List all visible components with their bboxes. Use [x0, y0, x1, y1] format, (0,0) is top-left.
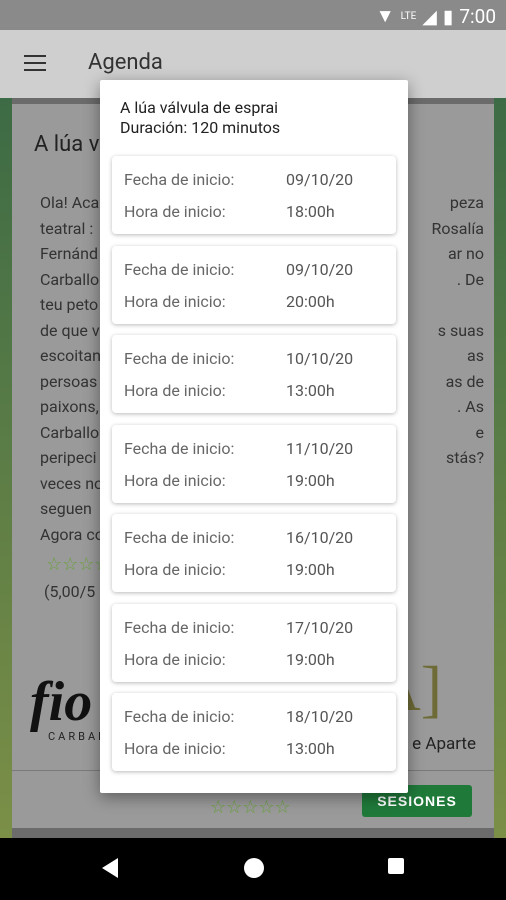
- session-card[interactable]: Fecha de inicio: 16/10/20 Hora de inicio…: [112, 514, 396, 592]
- session-card[interactable]: Fecha de inicio: 09/10/20 Hora de inicio…: [112, 156, 396, 234]
- session-time: 19:00h: [286, 649, 335, 669]
- menu-icon[interactable]: [24, 55, 46, 71]
- lte-indicator: LTE: [400, 10, 417, 22]
- session-time: 19:00h: [286, 470, 335, 490]
- date-label: Fecha de inicio:: [124, 349, 235, 368]
- rating-value: (5,00/5: [44, 582, 96, 601]
- battery-icon: ▮: [442, 4, 454, 28]
- recent-apps-icon[interactable]: [388, 858, 404, 874]
- session-card[interactable]: Fecha de inicio: 17/10/20 Hora de inicio…: [112, 603, 396, 682]
- session-card[interactable]: Fecha de inicio: 10/10/20 Hora de inicio…: [112, 335, 396, 413]
- sessions-dialog: A lúa válvula de esprai Duración: 120 mi…: [100, 80, 408, 793]
- dialog-duration: Duración: 120 minutos: [120, 118, 281, 137]
- festival-logo-subtitle: CARBAL: [48, 730, 108, 743]
- session-card[interactable]: Fecha de inicio: 11/10/20 Hora de inicio…: [112, 424, 396, 503]
- time-label: Hora de inicio:: [124, 739, 226, 758]
- date-label: Fecha de inicio:: [124, 170, 235, 189]
- user-rating-stars[interactable]: ☆☆☆☆☆: [210, 797, 291, 818]
- dialog-title: A lúa válvula de esprai Duración: 120 mi…: [120, 98, 280, 138]
- session-list: Fecha de inicio: 09/10/20 Hora de inicio…: [112, 156, 396, 783]
- time-label: Hora de inicio:: [124, 291, 226, 311]
- session-time: 18:00h: [286, 202, 335, 221]
- festival-logo: fio: [30, 671, 93, 733]
- session-date: 11/10/20: [286, 438, 354, 458]
- session-time: 13:00h: [286, 739, 335, 758]
- clock: 7:00: [459, 4, 496, 28]
- session-card[interactable]: Fecha de inicio: 18/10/20 Hora de inicio…: [112, 693, 396, 771]
- session-date: 09/10/20: [286, 170, 354, 189]
- session-date: 16/10/20: [286, 528, 354, 547]
- navigation-bar: [0, 838, 506, 900]
- time-label: Hora de inicio:: [124, 560, 226, 579]
- status-icons: ▼ LTE ◢ ▮ 7:00: [376, 4, 496, 28]
- session-date: 09/10/20: [286, 259, 354, 279]
- background-image-left: [0, 98, 12, 838]
- date-label: Fecha de inicio:: [124, 528, 235, 547]
- date-label: Fecha de inicio:: [124, 707, 235, 726]
- dialog-event-name: A lúa válvula de esprai: [120, 98, 279, 117]
- background-image-right: [494, 98, 506, 838]
- signal-icon: ◢: [422, 4, 437, 28]
- company-name: e Aparte: [412, 734, 476, 754]
- session-date: 17/10/20: [286, 617, 354, 637]
- time-label: Hora de inicio:: [124, 649, 226, 669]
- session-time: 20:00h: [286, 291, 335, 311]
- date-label: Fecha de inicio:: [124, 617, 235, 637]
- page-title: Agenda: [88, 50, 163, 75]
- time-label: Hora de inicio:: [124, 202, 226, 221]
- status-bar: ▼ LTE ◢ ▮ 7:00: [0, 0, 506, 30]
- home-icon[interactable]: [244, 858, 264, 878]
- back-icon[interactable]: [102, 858, 118, 878]
- session-time: 19:00h: [286, 560, 335, 579]
- date-label: Fecha de inicio:: [124, 438, 235, 458]
- date-label: Fecha de inicio:: [124, 259, 235, 279]
- session-card[interactable]: Fecha de inicio: 09/10/20 Hora de inicio…: [112, 245, 396, 324]
- event-title: A lúa v: [34, 132, 100, 157]
- wifi-icon: ▼: [375, 4, 395, 27]
- time-label: Hora de inicio:: [124, 470, 226, 490]
- session-time: 13:00h: [286, 381, 335, 400]
- time-label: Hora de inicio:: [124, 381, 226, 400]
- session-date: 10/10/20: [286, 349, 354, 368]
- session-date: 18/10/20: [286, 707, 354, 726]
